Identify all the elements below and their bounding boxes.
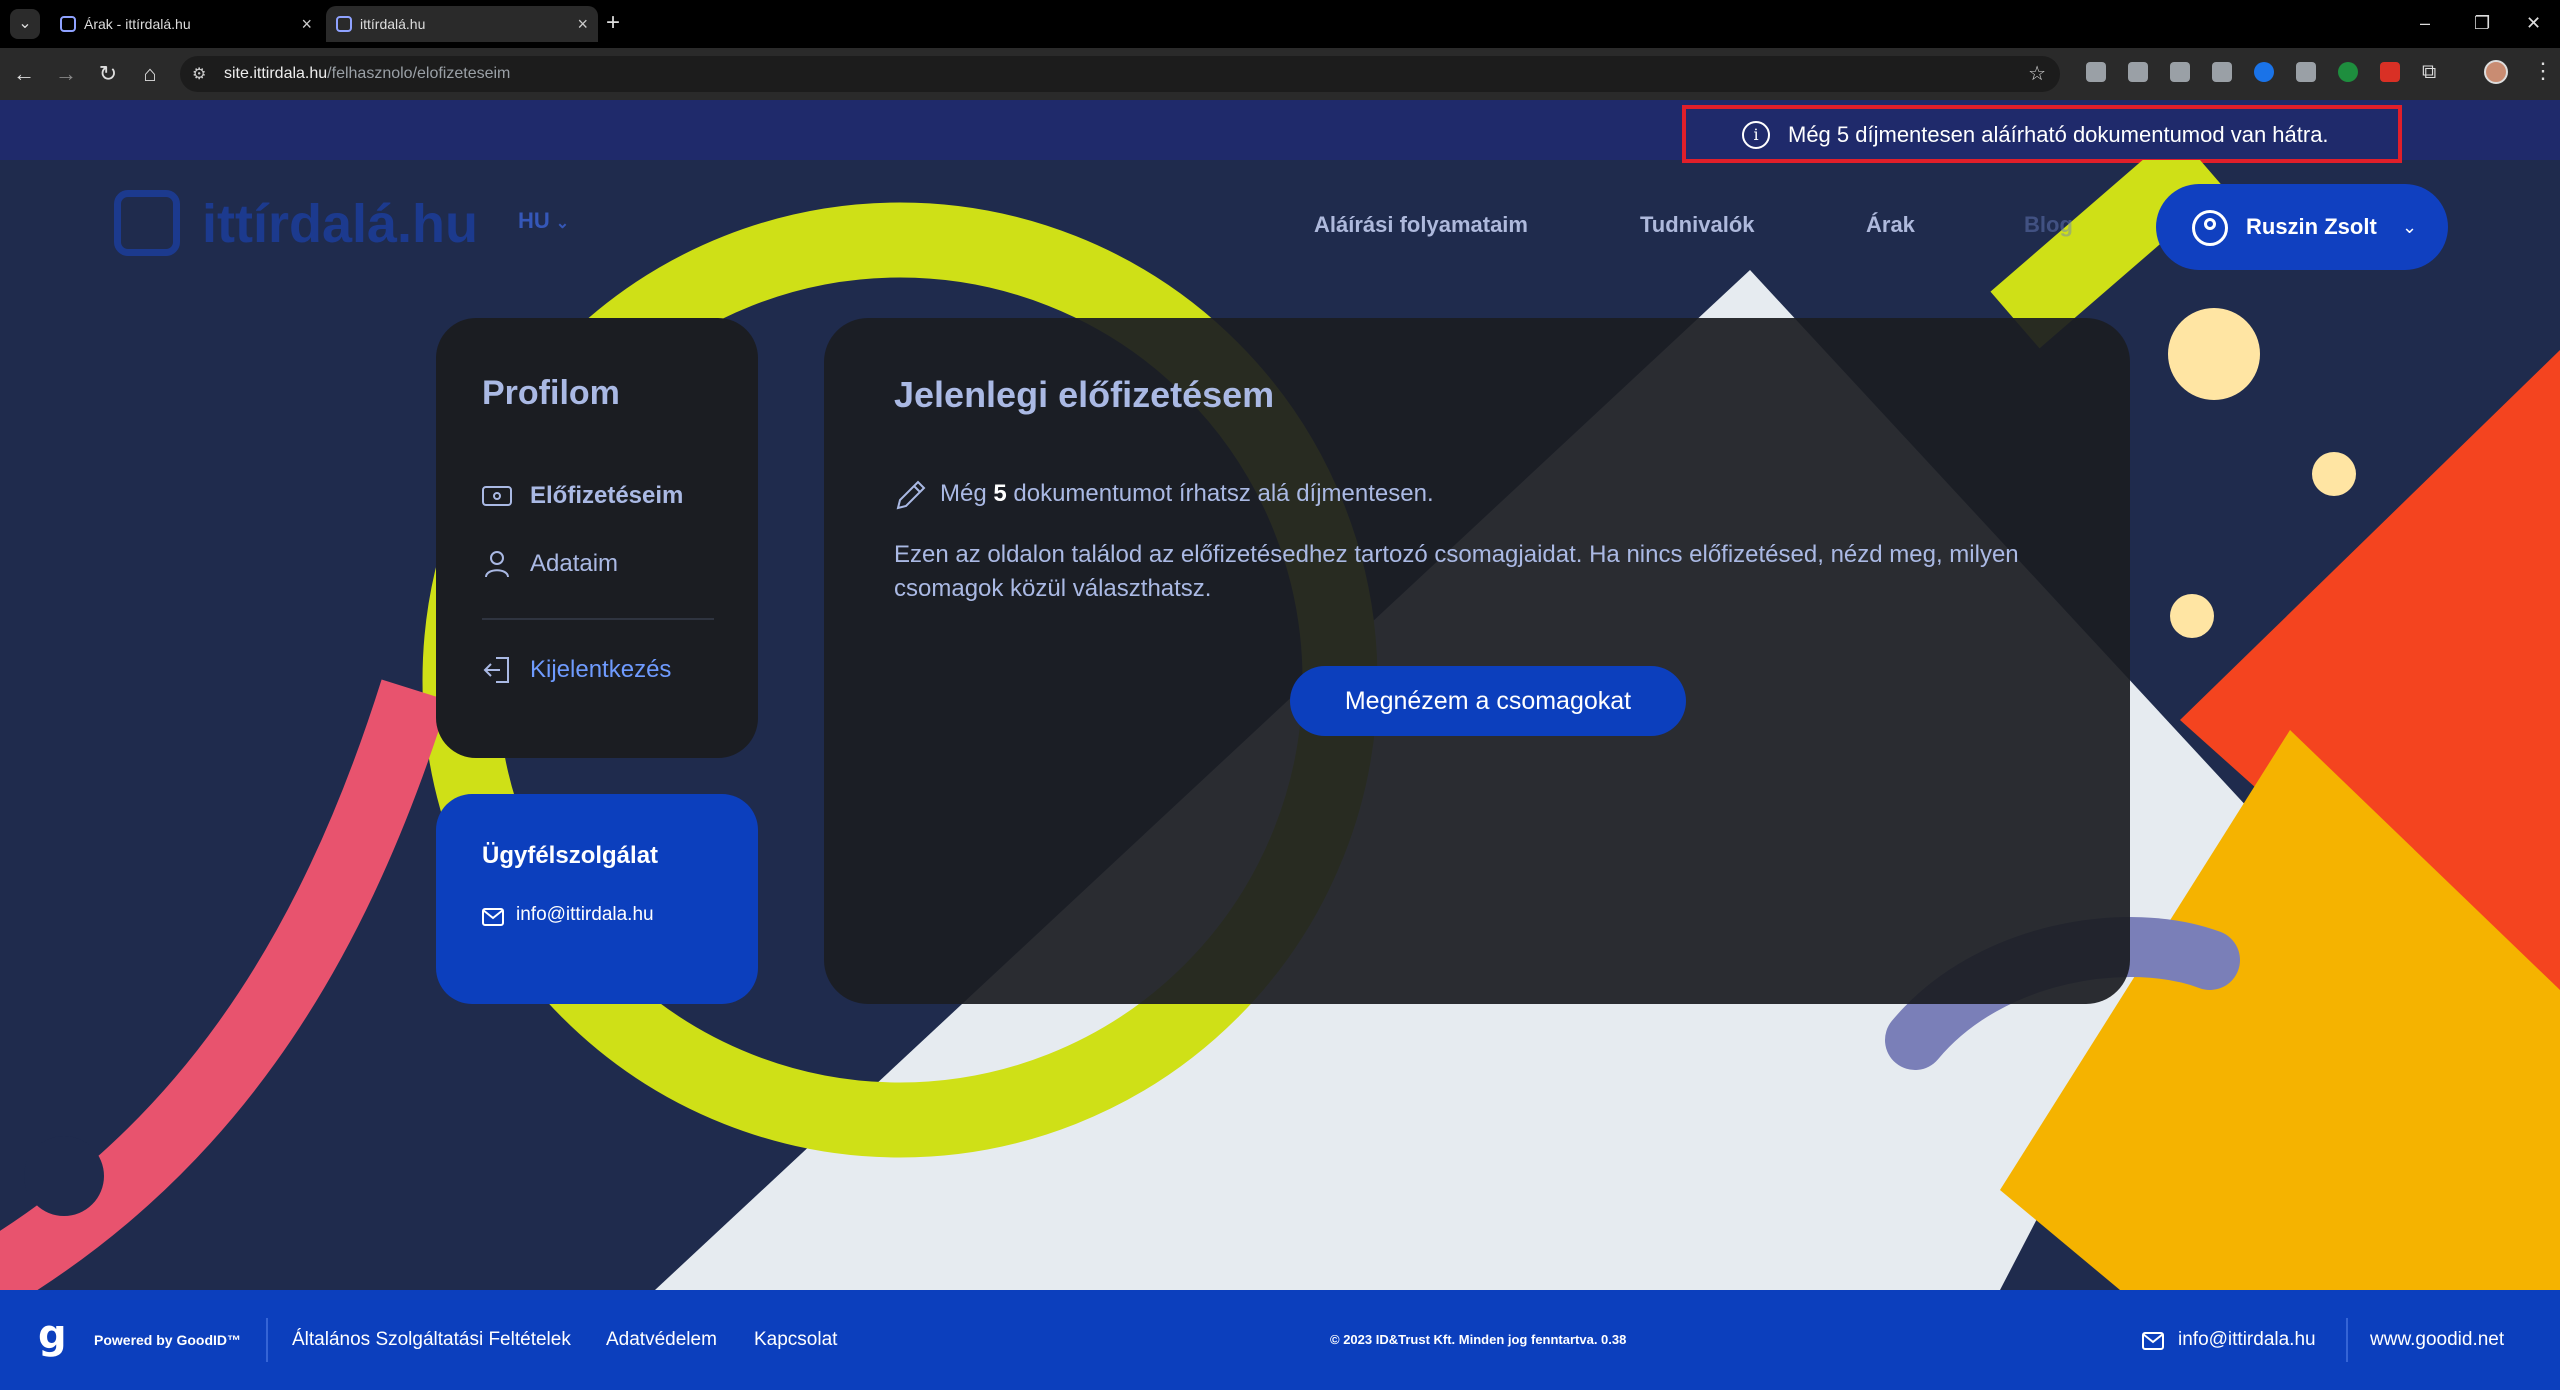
browser-profile-avatar[interactable] [2484,60,2508,84]
subscription-description: Ezen az oldalon találod az előfizetésedh… [894,541,2019,602]
goodid-logo-icon: g [38,1312,67,1358]
mail-icon [2142,1332,2164,1350]
extension-icon[interactable] [2086,62,2106,82]
site-favicon-icon [60,16,76,32]
view-packages-button[interactable]: Megnézem a csomagokat [1290,666,1686,736]
chevron-down-icon: ⌄ [555,215,570,232]
restore-icon[interactable]: ❐ [2474,8,2490,38]
window-close-icon[interactable]: ✕ [2526,8,2541,38]
profile-title: Profilom [482,374,620,412]
url-path: /felhasznolo/elofizeteseim [327,65,511,82]
cream-dot-shape [2312,452,2356,496]
extension-icon[interactable] [2128,62,2148,82]
language-selector[interactable]: HU ⌄ [518,208,569,234]
forward-arrow-icon[interactable]: → [50,58,82,90]
info-icon: i [1742,121,1770,149]
footer-link-privacy[interactable]: Adatvédelem [606,1290,717,1390]
ticket-icon [482,486,512,506]
current-subscription-card: Jelenlegi előfizetésem Még 5 dokumentumo… [824,318,2130,1004]
nav-blog[interactable]: Blog [2024,212,2073,238]
browser-tab-prices[interactable]: Árak - ittírdalá.hu × [50,6,322,42]
cream-dot-shape [2168,308,2260,400]
footer-divider [266,1318,268,1362]
notice-text: Még 5 díjmentesen aláírható dokumentumod… [1788,122,2329,147]
browser-menu-icon[interactable]: ⋮ [2532,58,2554,84]
nav-info[interactable]: Tudnivalók [1640,212,1755,238]
customer-support-card: Ügyfélszolgálat info@ittirdala.hu [436,794,758,1004]
logout-icon [483,657,509,683]
support-title: Ügyfélszolgálat [482,842,659,869]
extension-icon[interactable] [2170,62,2190,82]
free-count-value: 5 [993,480,1007,507]
user-name: Ruszin Zsolt [2246,214,2377,239]
address-bar[interactable]: ⚙ site.ittirdala.hu/felhasznolo/elofizet… [180,56,2060,92]
footer-website-link[interactable]: www.goodid.net [2370,1290,2504,1390]
site-info-icon[interactable]: ⚙ [192,64,206,84]
notice-bar: i Még 5 díjmentesen aláírható dokumentum… [0,100,2560,163]
browser-tab-strip: ⌄ Árak - ittírdalá.hu × ittírdalá.hu × +… [0,0,2560,48]
tab-search-button[interactable]: ⌄ [10,9,40,39]
powered-by-text: Powered by GoodID™ [94,1332,242,1348]
tab-title: ittírdalá.hu [360,16,426,32]
user-avatar-icon [2192,210,2228,246]
extension-new-badge-icon[interactable] [2380,62,2400,82]
sidebar-item-label: Kijelentkezés [530,656,672,683]
extension-icon[interactable] [2338,62,2358,82]
footer-email-link[interactable]: info@ittirdala.hu [2178,1290,2316,1390]
tab-close-icon[interactable]: × [301,6,312,42]
free-documents-count: Még 5 dokumentumot írhatsz alá díjmentes… [940,480,1434,507]
user-menu-button[interactable]: Ruszin Zsolt ⌄ [2156,184,2448,270]
back-arrow-icon[interactable]: ← [8,58,40,90]
extension-icon[interactable] [2254,62,2274,82]
footer-link-contact[interactable]: Kapcsolat [754,1290,837,1390]
pencil-icon [896,480,926,510]
site-favicon-icon [336,16,352,32]
page-title: Jelenlegi előfizetésem [894,374,1275,415]
chevron-down-icon: ⌄ [2402,217,2418,237]
footer: g Powered by GoodID™ Általános Szolgálta… [0,1290,2560,1390]
extension-icon[interactable] [2212,62,2232,82]
language-label: HU [518,208,550,233]
reload-icon[interactable]: ↻ [92,58,124,90]
logo-text: ittírdalá.hu [202,194,479,254]
logo-pen-icon [114,190,180,256]
support-email-link[interactable]: info@ittirdala.hu [516,904,654,926]
sidebar-divider [482,618,714,620]
browser-tab-current[interactable]: ittírdalá.hu × [326,6,598,42]
home-icon[interactable]: ⌂ [134,58,166,90]
profile-sidebar: Profilom Előfizetéseim Adataim Kijelentk… [436,318,758,758]
mail-icon [482,908,504,926]
copyright-text: © 2023 ID&Trust Kft. Minden jog fenntart… [1330,1332,1627,1347]
extensions-puzzle-icon[interactable]: ⧉ [2422,62,2442,82]
footer-link-terms[interactable]: Általános Szolgáltatási Feltételek [292,1290,571,1390]
sidebar-item-label: Előfizetéseim [530,482,684,509]
user-icon [485,551,509,578]
navy-dot-shape [24,1136,104,1216]
footer-divider [2346,1318,2348,1362]
nav-signing-processes[interactable]: Aláírási folyamataim [1314,212,1528,238]
new-tab-plus-icon[interactable]: + [606,8,620,38]
cream-dot-shape [2170,594,2214,638]
tab-close-icon[interactable]: × [577,6,588,42]
free-documents-notice: i Még 5 díjmentesen aláírható dokumentum… [1682,105,2402,163]
sidebar-item-label: Adataim [530,550,619,577]
nav-prices[interactable]: Árak [1866,212,1915,238]
url-host: site.ittirdala.hu [224,65,328,82]
bookmark-star-icon[interactable]: ☆ [2028,56,2046,92]
minimize-icon[interactable]: – [2420,8,2430,38]
tab-title: Árak - ittírdalá.hu [84,16,191,32]
extension-icon[interactable] [2296,62,2316,82]
